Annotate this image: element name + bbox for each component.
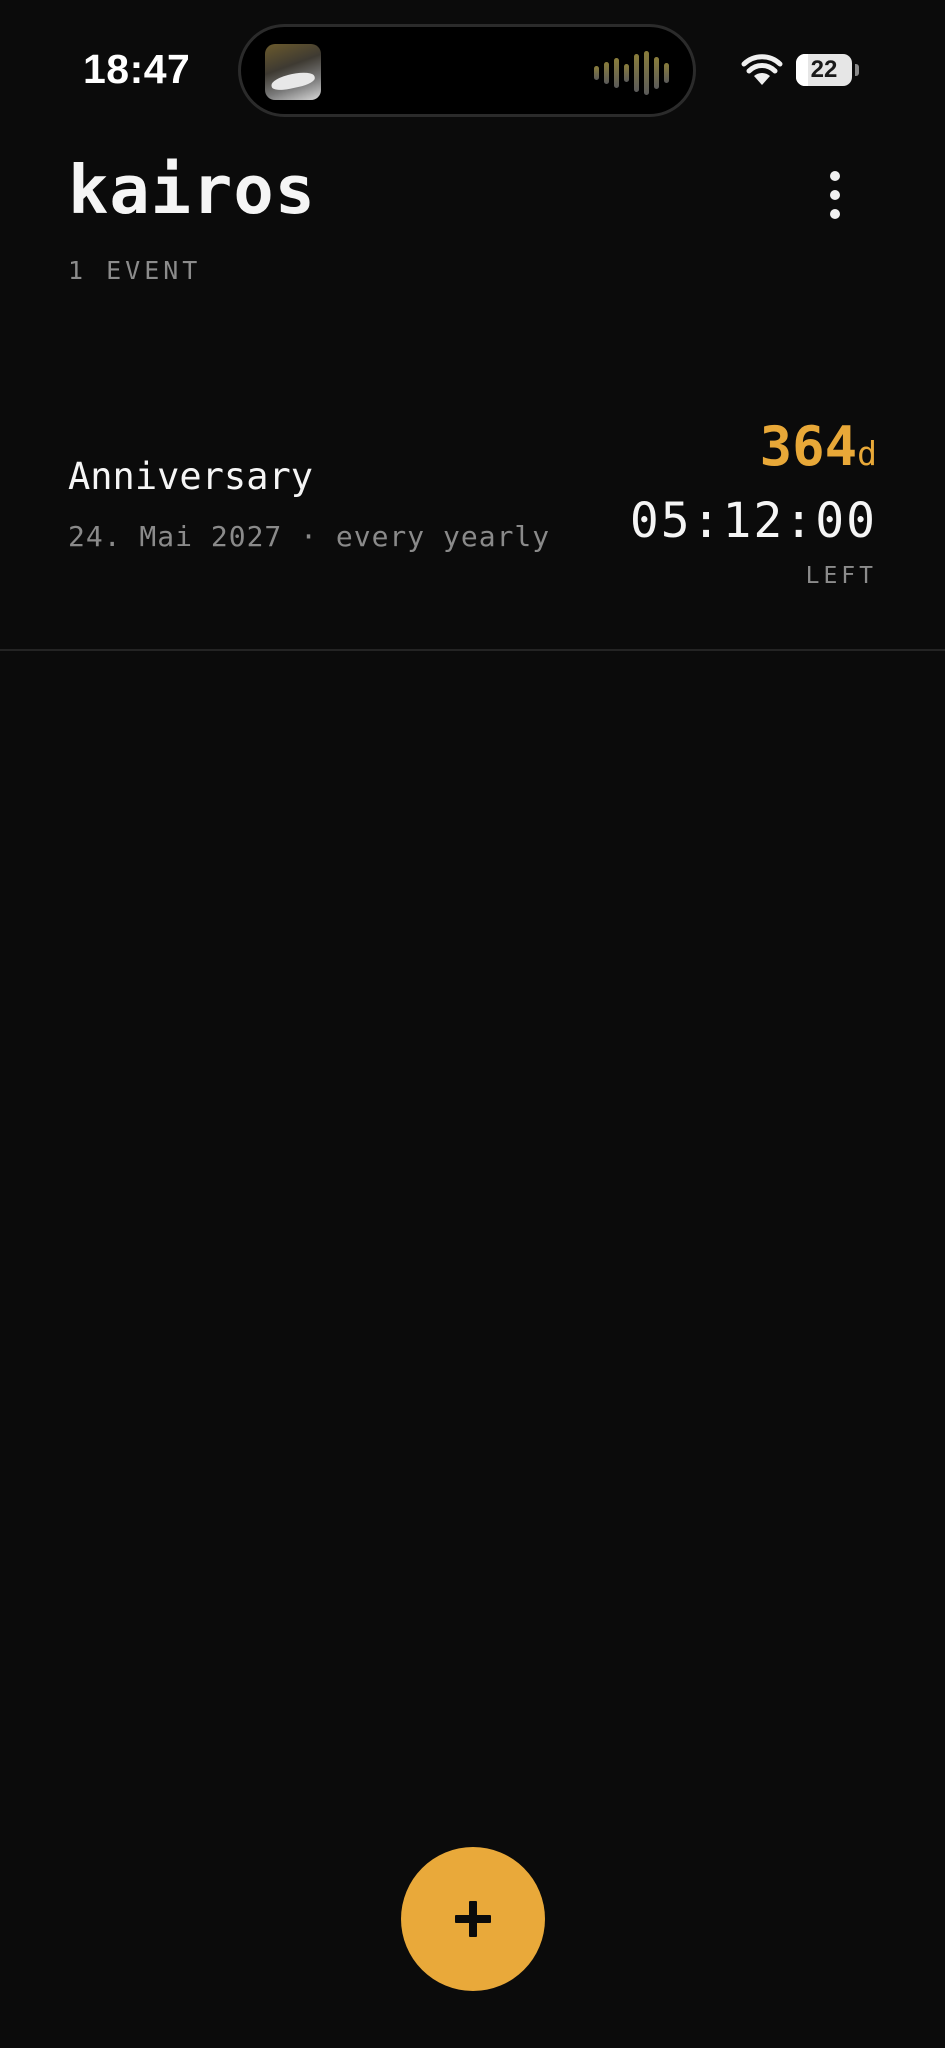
plus-icon (455, 1901, 491, 1937)
battery-icon: 22 (796, 54, 852, 86)
more-vertical-icon[interactable] (810, 160, 860, 230)
time-left: 05:12:00 (629, 493, 877, 549)
menu-dot (830, 171, 840, 181)
waveform-icon (594, 51, 669, 95)
event-count: 1 EVENT (68, 256, 202, 285)
days-left: 364d (760, 415, 877, 478)
add-event-button[interactable] (401, 1847, 545, 1991)
app-title: kairos (68, 151, 317, 229)
status-bar: 18:47 22 (0, 0, 945, 130)
menu-dot (830, 209, 840, 219)
status-time: 18:47 (83, 46, 191, 92)
days-unit: d (857, 434, 877, 473)
event-name: Anniversary (68, 455, 314, 498)
dynamic-island[interactable] (238, 24, 696, 117)
menu-dot (830, 190, 840, 200)
battery-level: 22 (810, 56, 838, 83)
now-playing-art-icon (265, 44, 321, 100)
battery-cap (855, 64, 859, 76)
event-row-anniversary[interactable]: Anniversary 24. Mai 2027 · every yearly … (0, 405, 945, 651)
wifi-icon (741, 54, 783, 85)
left-label: LEFT (805, 563, 877, 589)
days-value: 364 (759, 415, 858, 478)
event-date-recurrence: 24. Mai 2027 · every yearly (68, 520, 551, 553)
